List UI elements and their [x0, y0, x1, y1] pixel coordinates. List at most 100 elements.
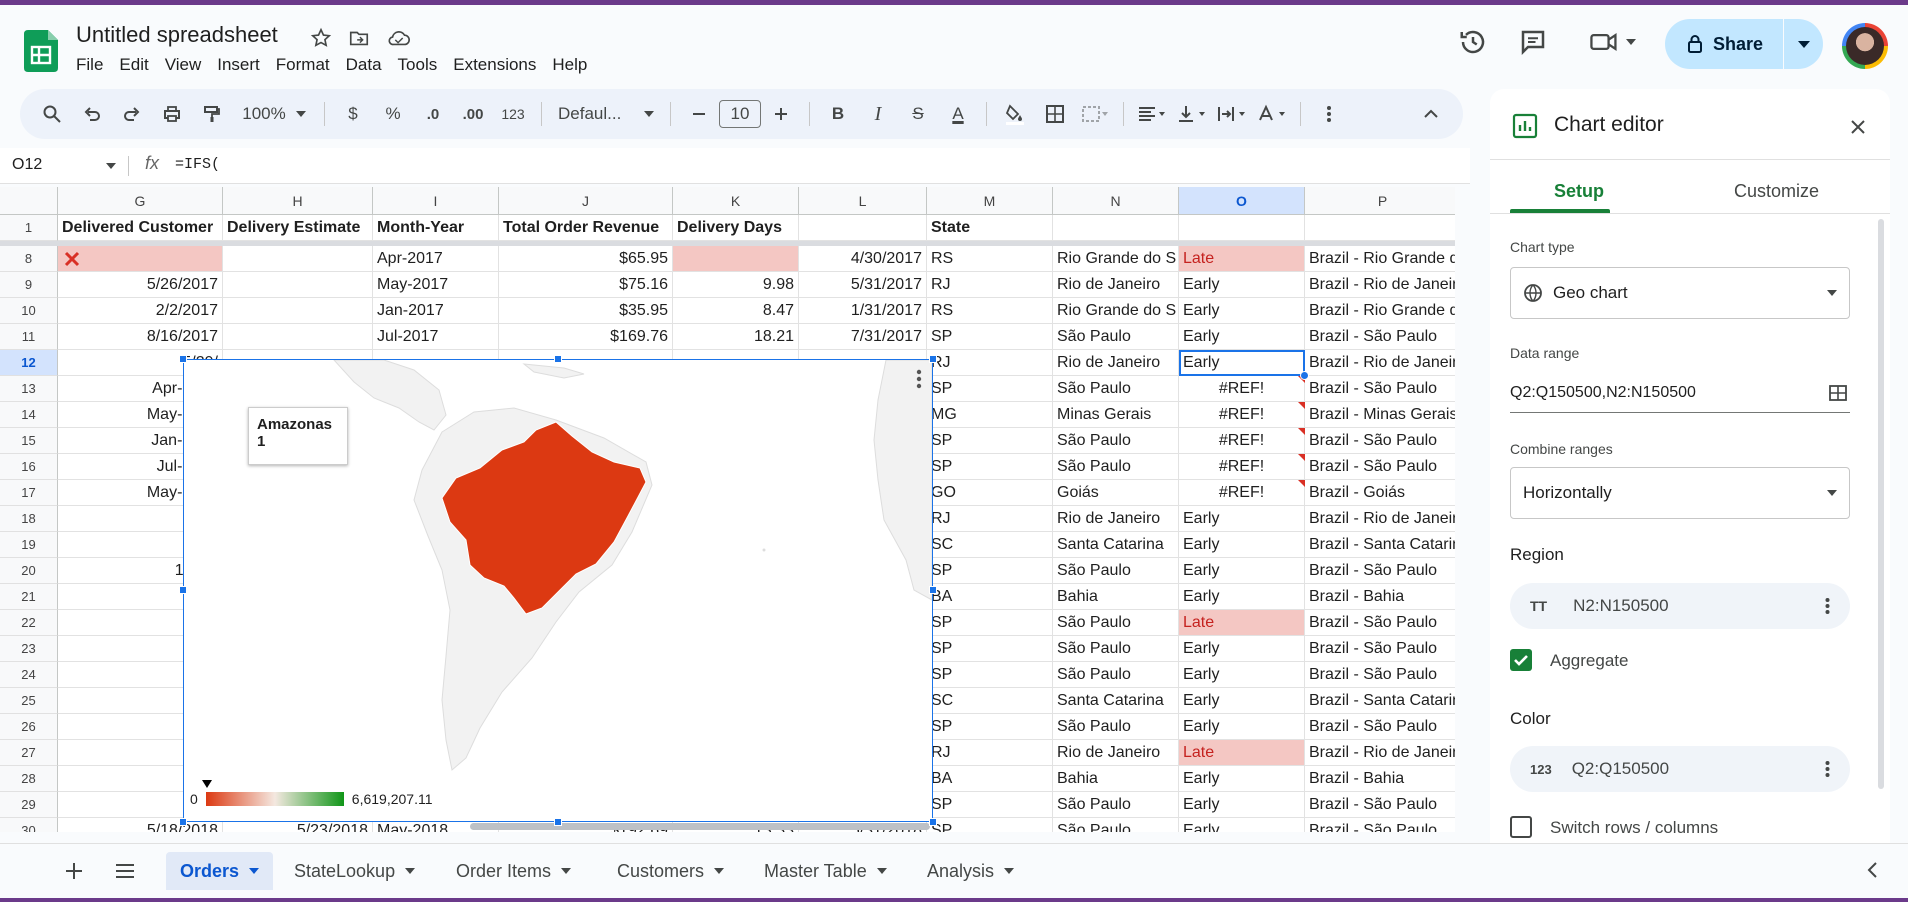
fill-color-icon[interactable]	[997, 96, 1033, 132]
row-header[interactable]: 17	[0, 480, 58, 506]
explore-collapse-icon[interactable]	[1866, 861, 1878, 884]
tab-setup[interactable]: Setup	[1554, 181, 1604, 202]
row-header[interactable]: 14	[0, 402, 58, 428]
share-button[interactable]: Share	[1665, 19, 1823, 69]
table-cell[interactable]: Brazil - São Paulo	[1305, 610, 1455, 636]
table-cell[interactable]: Early	[1179, 350, 1305, 376]
table-cell[interactable]: RJ	[927, 350, 1053, 376]
row-header[interactable]: 28	[0, 766, 58, 792]
sheets-logo-icon[interactable]	[24, 30, 58, 72]
formula-input[interactable]: =IFS(	[175, 156, 220, 173]
column-header-p[interactable]: P	[1305, 187, 1455, 215]
table-cell[interactable]: SP	[927, 818, 1053, 832]
column-header-o[interactable]: O	[1179, 187, 1305, 215]
increase-font-size-icon[interactable]	[763, 96, 799, 132]
error-indicator-icon[interactable]	[1298, 454, 1305, 461]
horizontal-align-icon[interactable]	[1134, 96, 1170, 132]
table-cell[interactable]: RJ	[927, 740, 1053, 766]
tab-customize[interactable]: Customize	[1734, 181, 1819, 202]
row-header[interactable]: 26	[0, 714, 58, 740]
table-cell[interactable]: Rio Grande do S	[1053, 298, 1179, 324]
chevron-down-icon[interactable]	[249, 868, 260, 874]
resize-handle[interactable]	[179, 355, 187, 363]
table-cell[interactable]: São Paulo	[1053, 558, 1179, 584]
switch-rows-columns-checkbox[interactable]	[1510, 816, 1532, 838]
error-indicator-icon[interactable]	[1298, 480, 1305, 487]
menu-extensions[interactable]: Extensions	[445, 51, 544, 79]
table-cell[interactable]: Brazil - Rio Grande d	[1305, 246, 1455, 272]
table-cell[interactable]: Apr-2017	[373, 246, 499, 272]
row-header[interactable]: 18	[0, 506, 58, 532]
row-header[interactable]: 11	[0, 324, 58, 350]
table-cell[interactable]: Early	[1179, 584, 1305, 610]
table-cell[interactable]	[223, 246, 373, 272]
menu-format[interactable]: Format	[268, 51, 338, 79]
undo-icon[interactable]	[74, 96, 110, 132]
table-cell[interactable]: Early	[1179, 662, 1305, 688]
menu-view[interactable]: View	[157, 51, 210, 79]
table-cell[interactable]: SP	[927, 454, 1053, 480]
row-header[interactable]: 15	[0, 428, 58, 454]
table-cell[interactable]: SP	[927, 792, 1053, 818]
fill-handle[interactable]	[1300, 371, 1309, 380]
row-header[interactable]: 12	[0, 350, 58, 376]
table-cell[interactable]: Santa Catarina	[1053, 532, 1179, 558]
row-header[interactable]: 19	[0, 532, 58, 558]
menu-insert[interactable]: Insert	[209, 51, 268, 79]
table-cell[interactable]: SP	[927, 662, 1053, 688]
table-cell[interactable]	[223, 324, 373, 350]
font-size-input[interactable]: 10	[719, 100, 761, 128]
table-cell[interactable]: Brazil - São Paulo	[1305, 558, 1455, 584]
table-cell[interactable]: MG	[927, 402, 1053, 428]
version-history-icon[interactable]	[1458, 27, 1488, 62]
table-cell[interactable]: Brazil - São Paulo	[1305, 454, 1455, 480]
header-cell[interactable]: Total Order Revenue	[499, 215, 673, 241]
menu-edit[interactable]: Edit	[111, 51, 156, 79]
table-cell[interactable]: Early	[1179, 506, 1305, 532]
table-cell[interactable]: Late	[1179, 740, 1305, 766]
resize-handle[interactable]	[179, 818, 187, 826]
table-cell[interactable]: Rio de Janeiro	[1053, 272, 1179, 298]
header-cell[interactable]: State	[927, 215, 1053, 241]
region-range-pill[interactable]: TT N2:N150500	[1510, 583, 1850, 629]
column-header-i[interactable]: I	[373, 187, 499, 215]
table-cell[interactable]: #REF!	[1179, 454, 1305, 480]
sheet-tab-analysis[interactable]: Analysis	[913, 852, 1028, 890]
table-cell[interactable]: $35.95	[499, 298, 673, 324]
table-cell[interactable]: São Paulo	[1053, 636, 1179, 662]
table-cell[interactable]: RS	[927, 298, 1053, 324]
row-header[interactable]: 9	[0, 272, 58, 298]
row-header[interactable]: 25	[0, 688, 58, 714]
table-cell[interactable]: Brazil - São Paulo	[1305, 714, 1455, 740]
chevron-down-icon[interactable]	[106, 163, 116, 169]
chevron-down-icon[interactable]	[405, 868, 416, 874]
table-cell[interactable]: Brazil - Bahia	[1305, 584, 1455, 610]
table-cell[interactable]: Early	[1179, 324, 1305, 350]
table-cell[interactable]: São Paulo	[1053, 428, 1179, 454]
table-cell[interactable]: São Paulo	[1053, 818, 1179, 832]
text-color-button[interactable]: A	[940, 96, 976, 132]
zoom-select[interactable]: 100%	[234, 96, 314, 132]
table-cell[interactable]: 18.21	[673, 324, 799, 350]
decrease-decimal-button[interactable]: .0	[415, 96, 451, 132]
table-cell[interactable]: RJ	[927, 272, 1053, 298]
table-cell[interactable]: Brazil - Rio Grande d	[1305, 298, 1455, 324]
table-cell[interactable]: Brazil - São Paulo	[1305, 818, 1455, 832]
italic-button[interactable]: I	[860, 96, 896, 132]
table-cell[interactable]: SP	[927, 558, 1053, 584]
meet-button[interactable]	[1588, 27, 1636, 57]
share-dropdown-icon[interactable]	[1784, 40, 1823, 48]
resize-handle[interactable]	[929, 586, 937, 594]
table-cell[interactable]: Jul-2017	[373, 324, 499, 350]
aggregate-checkbox[interactable]	[1510, 649, 1532, 671]
header-cell[interactable]	[1179, 215, 1305, 241]
table-cell[interactable]	[223, 272, 373, 298]
chart-menu-icon[interactable]	[916, 368, 922, 390]
number-format-button[interactable]: 123	[495, 96, 531, 132]
sheet-tab-master-table[interactable]: Master Table	[750, 852, 901, 890]
resize-handle[interactable]	[554, 355, 562, 363]
chevron-down-icon[interactable]	[1004, 868, 1015, 874]
table-cell[interactable]: São Paulo	[1053, 454, 1179, 480]
row-header[interactable]: 30	[0, 818, 58, 832]
table-cell[interactable]: São Paulo	[1053, 376, 1179, 402]
